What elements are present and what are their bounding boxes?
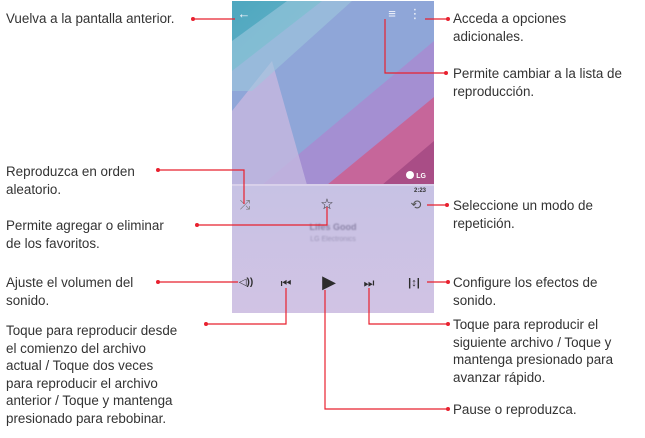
annotation-volume: Ajuste el volumen del sonido.	[6, 274, 133, 309]
annotation-favorite-line2: de los favoritos.	[6, 235, 100, 251]
annotation-next: Toque para reproducir el siguiente archi…	[453, 316, 613, 386]
annotation-favorite: Permite agregar o eliminar de los favori…	[6, 217, 164, 252]
annotation-shuffle-line1: Reproduzca en orden	[6, 164, 135, 179]
annotation-next-line1: Toque para reproducir el	[453, 317, 599, 332]
annotation-previous-line6: presionado para rebobinar.	[6, 410, 167, 426]
annotation-playlist-line1: Permite cambiar a la lista de	[453, 66, 622, 81]
annotation-effects-line1: Configure los efectos de	[453, 275, 598, 290]
annotation-playlist-line2: reproducción.	[453, 83, 535, 99]
annotation-shuffle-line2: aleatorio.	[6, 181, 62, 197]
time-label: 2:23	[413, 188, 426, 194]
menu-button[interactable]: ⋮	[405, 1, 425, 27]
playlist-button[interactable]: ≡	[382, 1, 402, 27]
album-art: ← ≡ ⋮ LG	[232, 1, 434, 185]
annotation-repeat: Seleccione un modo de repetición.	[453, 197, 593, 232]
annotation-previous-line2: el comienzo del archivo	[6, 340, 146, 356]
annotation-effects: Configure los efectos de sonido.	[453, 274, 597, 309]
favorite-button[interactable]: ☆	[317, 195, 337, 213]
annotation-favorite-line1: Permite agregar o eliminar	[6, 218, 164, 233]
annotation-options-line1: Acceda a opciones	[453, 11, 567, 26]
next-button[interactable]: ⏭	[359, 276, 379, 291]
annotation-repeat-line2: repetición.	[453, 215, 515, 231]
repeat-button[interactable]: ⟲	[406, 197, 426, 213]
progress-bar[interactable]	[232, 184, 434, 186]
annotation-previous-line5: anterior / Toque y mantenga	[6, 393, 173, 408]
previous-button[interactable]: ⏮	[276, 276, 296, 291]
annotation-playlist: Permite cambiar a la lista de reproducci…	[453, 65, 622, 100]
album-art-graphic	[232, 1, 434, 185]
annotation-previous: Toque para reproducir desde el comienzo …	[6, 322, 177, 427]
shuffle-button[interactable]: ⤮	[235, 197, 255, 213]
effects-button[interactable]: |↕|	[402, 277, 426, 289]
annotation-volume-line1: Ajuste el volumen del	[6, 275, 134, 290]
lg-logo-icon	[406, 171, 415, 179]
annotation-previous-line3: actual / Toque dos veces	[6, 358, 154, 373]
back-button[interactable]: ←	[234, 1, 254, 27]
annotation-previous-line4: para reproducir el archivo	[6, 375, 158, 391]
annotation-previous-line1: Toque para reproducir desde	[6, 323, 178, 338]
annotation-repeat-line1: Seleccione un modo de	[453, 198, 593, 213]
annotation-next-line4: avanzar rápido.	[453, 369, 546, 385]
annotation-options: Acceda a opciones adicionales.	[453, 10, 566, 45]
annotation-volume-line2: sonido.	[6, 292, 50, 308]
artist-name: LG Electronics	[310, 236, 356, 243]
annotation-options-line2: adicionales.	[453, 28, 524, 44]
annotation-back: Vuelva a la pantalla anterior.	[6, 11, 175, 26]
annotation-shuffle: Reproduzca en orden aleatorio.	[6, 163, 135, 198]
top-bar: ← ≡ ⋮	[232, 1, 434, 27]
lg-logo-text: LG	[416, 173, 426, 180]
annotation-next-line3: mantenga presionado para	[453, 352, 614, 367]
music-player-screen: ← ≡ ⋮ LG 2:23 ⤮ ☆ ⟲ Lifes Good LG Electr…	[232, 1, 434, 313]
volume-button[interactable]: ◁))	[234, 277, 258, 288]
lg-logo: LG	[406, 171, 426, 180]
song-title: Lifes Good	[309, 222, 357, 232]
annotation-effects-line2: sonido.	[453, 292, 497, 308]
annotation-play: Pause o reproduzca.	[453, 402, 577, 417]
annotation-next-line2: siguiente archivo / Toque y	[453, 334, 612, 350]
play-button[interactable]: ▶	[318, 272, 340, 293]
